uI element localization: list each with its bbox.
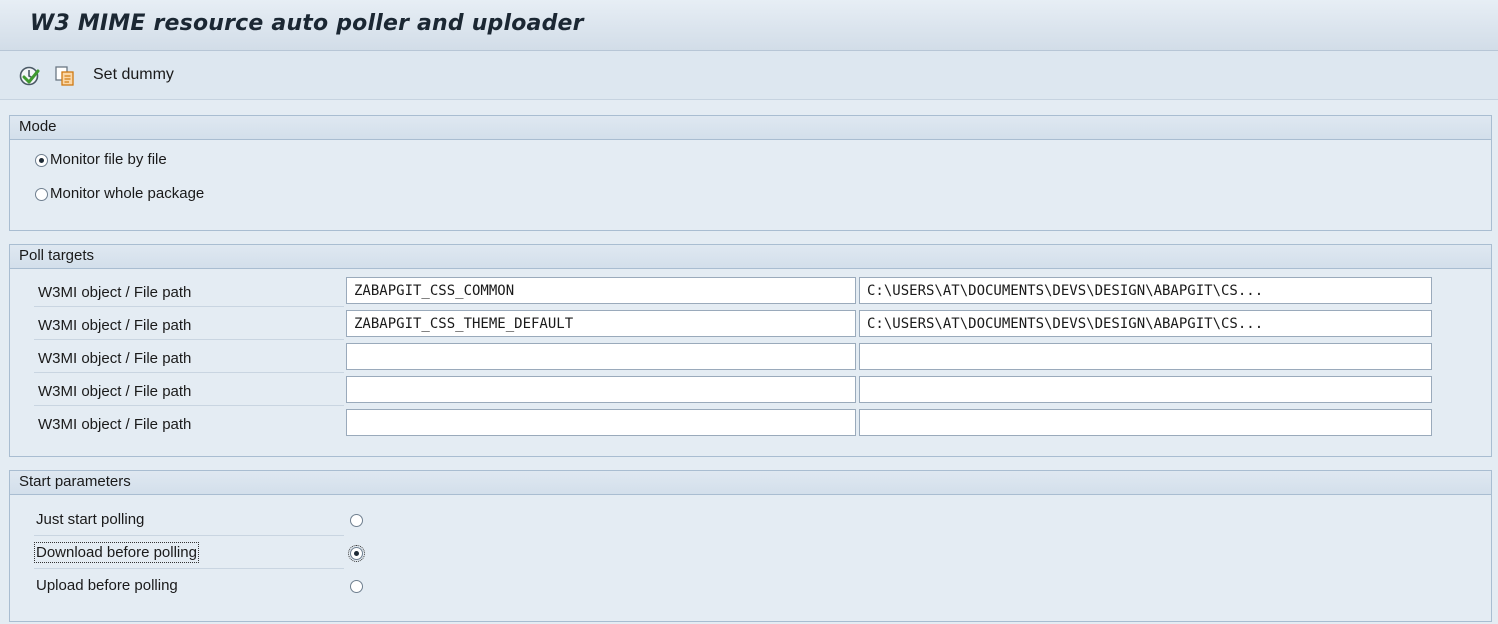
row-divider	[34, 339, 344, 340]
mode-group-header: Mode	[10, 116, 1491, 140]
just-start-polling-label: Just start polling	[36, 511, 145, 528]
execute-icon[interactable]	[18, 65, 40, 87]
monitor-whole-package-label: Monitor whole package	[50, 185, 205, 202]
download-before-polling-label: Download before polling	[34, 542, 199, 563]
w3mi-object-input-4[interactable]	[346, 376, 856, 403]
upload-before-polling-label: Upload before polling	[36, 577, 178, 594]
application-toolbar: Set dummy	[0, 51, 1498, 100]
w3mi-object-input-5[interactable]	[346, 409, 856, 436]
poll-row-3-label: W3MI object / File path	[38, 350, 192, 367]
w3mi-object-input-1[interactable]: ZABAPGIT_CSS_COMMON	[346, 277, 856, 304]
file-path-input-5[interactable]	[859, 409, 1432, 436]
file-path-input-1[interactable]: C:\USERS\AT\DOCUMENTS\DEVS\DESIGN\ABAPGI…	[859, 277, 1432, 304]
title-bar: W3 MIME resource auto poller and uploade…	[0, 0, 1498, 51]
monitor-file-by-file-radio[interactable]	[35, 154, 48, 167]
poll-row-1-label: W3MI object / File path	[38, 284, 192, 301]
monitor-file-by-file-label: Monitor file by file	[50, 151, 167, 168]
set-dummy-button[interactable]: Set dummy	[93, 66, 174, 84]
download-before-polling-radio[interactable]	[348, 545, 365, 562]
row-divider	[34, 568, 344, 569]
upload-before-polling-radio[interactable]	[350, 580, 363, 593]
page-title: W3 MIME resource auto poller and uploade…	[30, 11, 584, 36]
poll-row-4-label: W3MI object / File path	[38, 383, 192, 400]
start-parameters-group: Start parameters Just start polling Down…	[9, 470, 1492, 622]
file-path-input-3[interactable]	[859, 343, 1432, 370]
row-divider	[34, 306, 344, 307]
row-divider	[34, 535, 344, 536]
poll-targets-group: Poll targets W3MI object / File path ZAB…	[9, 244, 1492, 457]
w3mi-object-input-2[interactable]: ZABAPGIT_CSS_THEME_DEFAULT	[346, 310, 856, 337]
copy-variant-icon[interactable]	[54, 65, 76, 87]
w3mi-object-input-3[interactable]	[346, 343, 856, 370]
poll-targets-group-header: Poll targets	[10, 245, 1491, 269]
just-start-polling-radio[interactable]	[350, 514, 363, 527]
poll-row-5-label: W3MI object / File path	[38, 416, 192, 433]
mode-group: Mode Monitor file by file Monitor whole …	[9, 115, 1492, 231]
start-parameters-group-header: Start parameters	[10, 471, 1491, 495]
file-path-input-4[interactable]	[859, 376, 1432, 403]
row-divider	[34, 405, 344, 406]
file-path-input-2[interactable]: C:\USERS\AT\DOCUMENTS\DEVS\DESIGN\ABAPGI…	[859, 310, 1432, 337]
row-divider	[34, 372, 344, 373]
monitor-whole-package-radio[interactable]	[35, 188, 48, 201]
poll-row-2-label: W3MI object / File path	[38, 317, 192, 334]
